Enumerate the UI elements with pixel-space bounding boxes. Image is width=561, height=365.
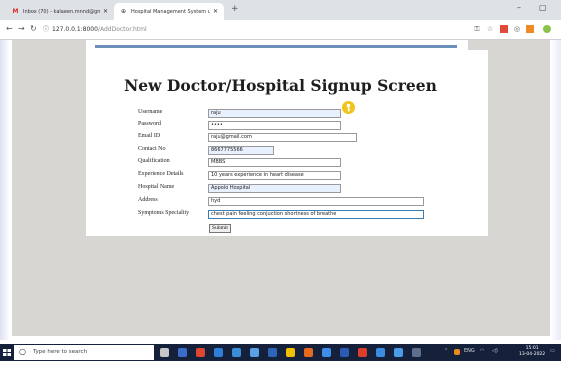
page-title: New Doctor/Hospital Signup Screen (124, 76, 437, 95)
username-input[interactable]: raju (208, 109, 341, 118)
extension-icon[interactable] (526, 25, 534, 33)
forward-icon[interactable]: → (18, 24, 25, 33)
experience-input[interactable]: 10 years experience in heart disease (208, 171, 341, 180)
app-icon[interactable] (358, 348, 367, 357)
app-icon[interactable] (340, 348, 349, 357)
close-tab-icon[interactable]: ✕ (213, 8, 218, 15)
volume-icon[interactable]: ◁) (492, 348, 498, 354)
windows-start-icon[interactable] (0, 344, 14, 361)
reload-icon[interactable]: ↻ (30, 24, 37, 33)
browser-toolbar: ← → ↻ ⓘ 127.0.0.1:8000/AddDoctor.html ⚿ ☆… (0, 20, 561, 40)
clock-date: 13-04-2022 (519, 352, 546, 357)
app-icon[interactable] (412, 348, 421, 357)
experience-label: Experience Details (138, 171, 184, 177)
extension-icon[interactable]: ◎ (513, 25, 521, 33)
tray-app-icon[interactable] (454, 349, 460, 355)
edge-browser-icon[interactable] (214, 348, 223, 357)
app-icon[interactable] (268, 348, 277, 357)
contact-input[interactable]: 8667775566 (208, 146, 274, 155)
key-icon[interactable]: ⚿ (473, 25, 481, 33)
globe-icon: ⊕ (120, 8, 127, 15)
symptoms-input[interactable]: chest pain feeling conjuction shortness … (208, 210, 424, 219)
search-placeholder: Type here to search (33, 349, 88, 355)
app-icon[interactable] (232, 348, 241, 357)
app-icon[interactable] (196, 348, 205, 357)
address-bar[interactable]: ⓘ 127.0.0.1:8000/AddDoctor.html (43, 24, 147, 33)
app-icon[interactable] (322, 348, 331, 357)
password-input[interactable]: •••• (208, 121, 341, 130)
maximize-button[interactable]: ▢ (539, 3, 547, 12)
wifi-icon[interactable]: ◠ (480, 348, 484, 354)
hospital-name-label: Hospital Name (138, 184, 175, 190)
app-icon[interactable] (376, 348, 385, 357)
taskbar-clock[interactable]: 15:01 13-04-2022 (519, 346, 545, 358)
profile-avatar[interactable] (543, 25, 551, 33)
extension-icon[interactable] (500, 25, 508, 33)
address-label: Address (138, 197, 158, 203)
tab-hospital-management[interactable]: ⊕ Hospital Management System u ✕ (114, 3, 224, 20)
site-info-icon[interactable]: ⓘ (43, 26, 49, 33)
submit-button[interactable]: Submit (209, 224, 231, 233)
app-icon[interactable] (304, 348, 313, 357)
taskbar-search-box[interactable]: ○ Type here to search (14, 345, 154, 360)
tab-gmail-inbox[interactable]: M Inbox (70) - kalaeen.mnnd@gmai ✕ (6, 3, 114, 20)
microphone-icon[interactable] (160, 348, 169, 357)
windows-taskbar: ○ Type here to search ⌃ ENG ◠ ◁) 15:01 1… (0, 344, 561, 361)
search-icon: ○ (19, 347, 26, 356)
minimize-button[interactable]: – (517, 3, 521, 12)
app-icon[interactable] (250, 348, 259, 357)
header-bar (95, 45, 457, 48)
email-input[interactable]: raju@gmail.com (208, 133, 357, 142)
email-label: Email ID (138, 133, 161, 139)
task-view-icon[interactable] (178, 348, 187, 357)
url-host: 127.0.0.1:8000 (52, 26, 98, 33)
tray-chevron-icon[interactable]: ⌃ (444, 348, 448, 354)
gmail-icon: M (12, 8, 19, 15)
tab-title: Hospital Management System u (131, 8, 210, 15)
close-tab-icon[interactable]: ✕ (103, 8, 108, 15)
file-explorer-icon[interactable] (286, 348, 295, 357)
browser-tab-strip: M Inbox (70) - kalaeen.mnnd@gmai ✕ ⊕ Hos… (0, 0, 561, 20)
symptoms-label: Symptoms Speciality (138, 210, 190, 216)
tray-language[interactable]: ENG (464, 348, 475, 354)
qualification-label: Qualification (138, 158, 170, 164)
tab-title: Inbox (70) - kalaeen.mnnd@gmai (23, 8, 100, 15)
hospital-name-input[interactable]: Appolo Hospital (208, 184, 341, 193)
username-label: Username (138, 109, 163, 115)
bookmark-star-icon[interactable]: ☆ (486, 25, 494, 33)
contact-label: Contact No (138, 146, 166, 152)
app-icon[interactable] (394, 348, 403, 357)
back-icon[interactable]: ← (6, 24, 13, 33)
password-label: Password (138, 121, 162, 127)
url-path: /AddDoctor.html (97, 26, 147, 33)
qualification-input[interactable]: MBBS (208, 158, 341, 167)
address-input[interactable]: hyd (208, 197, 424, 206)
key-icon[interactable] (342, 101, 355, 114)
new-tab-button[interactable]: + (231, 4, 239, 14)
page-header (86, 40, 468, 50)
notification-icon[interactable]: ▭ (550, 348, 555, 354)
